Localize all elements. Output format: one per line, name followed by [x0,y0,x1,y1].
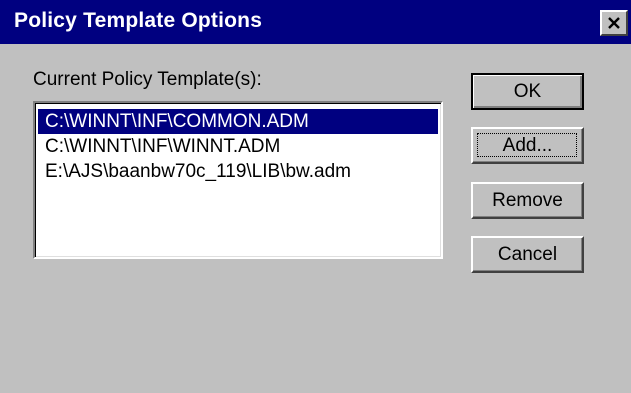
policy-templates-listbox[interactable]: C:\WINNT\INF\COMMON.ADM C:\WINNT\INF\WIN… [33,101,443,259]
close-button[interactable] [600,10,628,36]
add-button[interactable]: Add... [471,127,584,164]
window-title: Policy Template Options [14,9,263,32]
cancel-button[interactable]: Cancel [471,236,584,273]
cancel-button-label: Cancel [497,244,558,265]
title-bar[interactable]: Policy Template Options [0,0,631,44]
ok-button-label: OK [513,81,542,102]
policy-template-options-dialog: Policy Template Options Current Policy T… [0,0,631,393]
list-item[interactable]: E:\AJS\baanbw70c_119\LIB\bw.adm [38,159,351,184]
current-templates-label: Current Policy Template(s): [33,69,262,90]
list-item[interactable]: C:\WINNT\INF\COMMON.ADM [38,109,438,134]
add-button-label: Add... [502,135,553,156]
list-item[interactable]: C:\WINNT\INF\WINNT.ADM [38,134,280,159]
close-icon [608,17,620,29]
remove-button[interactable]: Remove [471,182,584,219]
ok-button[interactable]: OK [471,73,584,110]
remove-button-label: Remove [492,190,563,211]
